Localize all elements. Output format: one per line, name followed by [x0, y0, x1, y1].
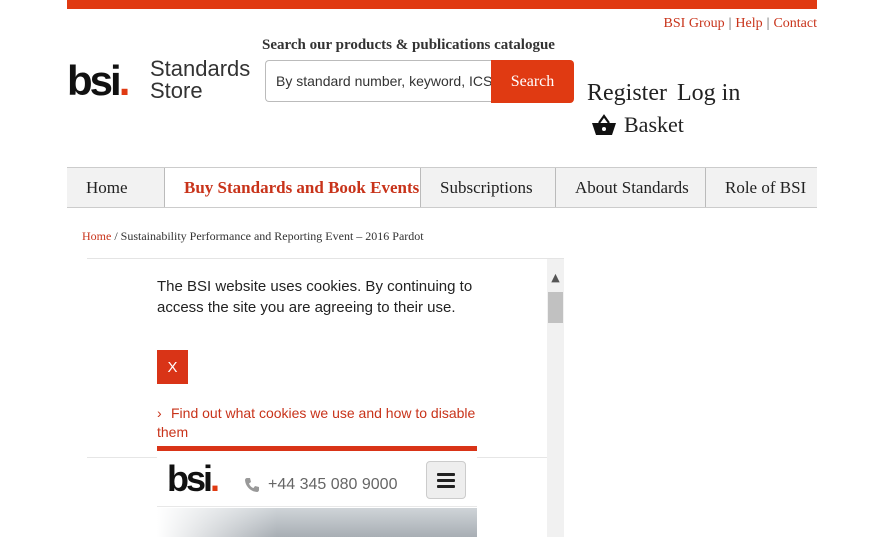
basket-link[interactable]: Basket: [590, 112, 684, 138]
basket-icon: [592, 114, 616, 135]
phone-number: +44 345 080 9000: [268, 476, 398, 493]
logo-line-1: Standards: [150, 56, 251, 81]
contact-link[interactable]: Contact: [773, 16, 817, 31]
chevron-right-icon: ›: [157, 405, 162, 421]
main-nav: Home Buy Standards and Book Events Subsc…: [67, 167, 817, 208]
embedded-bsi-logo[interactable]: bsi.: [167, 458, 220, 500]
embedded-logo-mark: bsi: [167, 458, 213, 499]
search-label: Search our products & publications catal…: [262, 37, 555, 53]
help-link[interactable]: Help: [735, 16, 762, 31]
logo-dot: .: [118, 57, 131, 104]
cookie-message: The BSI website uses cookies. By continu…: [157, 278, 473, 316]
breadcrumb-current: Sustainability Performance and Reporting…: [120, 229, 424, 243]
breadcrumb-separator: /: [114, 229, 118, 243]
cookie-info-link[interactable]: › Find out what cookies we use and how to…: [157, 404, 477, 442]
top-accent-bar: [67, 0, 817, 9]
scroll-thumb[interactable]: [548, 292, 563, 323]
search-button[interactable]: Search: [491, 60, 574, 103]
login-link[interactable]: Log in: [677, 80, 740, 106]
phone-icon: [245, 478, 259, 492]
utility-links: BSI Group | Help | Contact: [664, 16, 817, 32]
logo-dot: .: [210, 458, 220, 499]
frame-divider: [87, 457, 157, 458]
nav-about-standards[interactable]: About Standards: [556, 168, 706, 207]
link-separator: |: [766, 16, 770, 31]
hero-fade: [157, 508, 277, 537]
embedded-phone[interactable]: +44 345 080 9000: [244, 476, 397, 494]
nav-buy-standards[interactable]: Buy Standards and Book Events: [165, 168, 421, 207]
bsi-group-link[interactable]: BSI Group: [664, 16, 725, 31]
cookie-info-link-text: Find out what cookies we use and how to …: [157, 405, 476, 440]
scroll-up-arrow-icon[interactable]: ▲: [547, 268, 564, 286]
breadcrumb-home[interactable]: Home: [82, 229, 111, 243]
register-link[interactable]: Register: [587, 80, 667, 106]
account-links: Register Log in: [587, 80, 750, 107]
nav-home[interactable]: Home: [67, 168, 165, 207]
standards-store-logo[interactable]: Standards Store: [150, 58, 250, 102]
search-input[interactable]: By standard number, keyword, ICS: [265, 60, 491, 102]
link-separator: |: [728, 16, 732, 31]
logo-mark: bsi: [67, 57, 122, 104]
hamburger-icon[interactable]: [426, 461, 466, 499]
frame-divider: [477, 457, 547, 458]
bsi-logo[interactable]: bsi.: [67, 57, 131, 105]
nav-role-of-bsi[interactable]: Role of BSI: [706, 168, 817, 207]
nav-subscriptions[interactable]: Subscriptions: [421, 168, 556, 207]
logo-line-2: Store: [150, 78, 203, 103]
breadcrumb: Home / Sustainability Performance and Re…: [82, 229, 424, 244]
cookie-close-button[interactable]: X: [157, 350, 188, 384]
basket-label: Basket: [624, 112, 684, 137]
